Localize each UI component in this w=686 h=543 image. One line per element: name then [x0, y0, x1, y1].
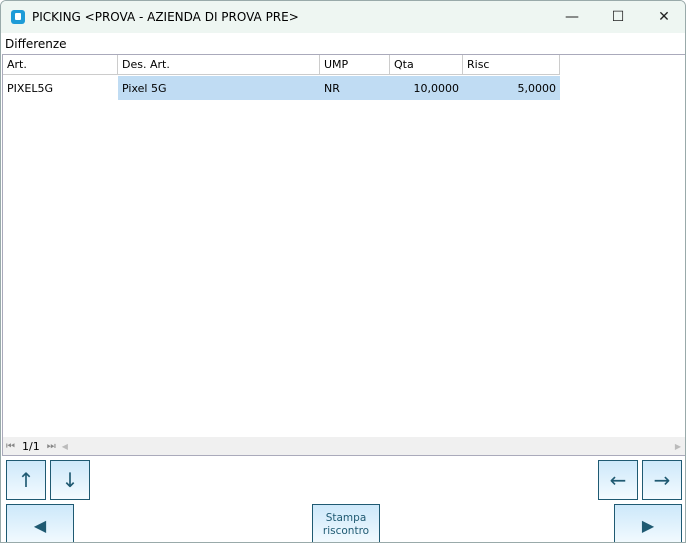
previous-button[interactable]: ◀	[6, 504, 74, 542]
cell-art[interactable]: PIXEL5G	[3, 76, 118, 100]
window-title: PICKING <PROVA - AZIENDA DI PROVA PRE>	[32, 10, 299, 24]
scroll-right-icon[interactable]: ▶	[675, 442, 681, 451]
col-header-qta[interactable]: Qta	[390, 55, 463, 74]
title-bar: PICKING <PROVA - AZIENDA DI PROVA PRE> —…	[1, 1, 685, 33]
grid-header: Art. Des. Art. UMP Qta Risc	[3, 55, 560, 75]
page-indicator: 1/1	[22, 439, 40, 453]
last-page-icon[interactable]: ⏭	[47, 441, 56, 452]
scroll-left-icon[interactable]: ◀	[62, 442, 68, 451]
move-right-button[interactable]: →	[642, 460, 682, 500]
next-button[interactable]: ▶	[614, 504, 682, 542]
cell-qta[interactable]: 10,0000	[390, 76, 463, 100]
cell-risc[interactable]: 5,0000	[463, 76, 560, 100]
col-header-des-art[interactable]: Des. Art.	[118, 55, 320, 74]
move-down-button[interactable]: ↓	[50, 460, 90, 500]
close-button[interactable]: ✕	[641, 1, 685, 33]
cell-des-art[interactable]: Pixel 5G	[118, 76, 320, 100]
col-header-risc[interactable]: Risc	[463, 55, 560, 74]
first-page-icon[interactable]: ⏮	[6, 441, 15, 452]
print-check-button[interactable]: Stampa riscontro	[312, 504, 380, 542]
app-icon	[11, 10, 25, 24]
col-header-art[interactable]: Art.	[3, 55, 118, 74]
col-header-ump[interactable]: UMP	[320, 55, 390, 74]
window: PICKING <PROVA - AZIENDA DI PROVA PRE> —…	[0, 0, 686, 543]
move-left-button[interactable]: ←	[598, 460, 638, 500]
maximize-button[interactable]: ☐	[595, 1, 641, 33]
cell-ump[interactable]: NR	[320, 76, 390, 100]
pager-bar: ⏮ 1/1 ⏭ ◀ ▶	[3, 437, 685, 455]
table-row[interactable]: PIXEL5G Pixel 5G NR 10,0000 5,0000	[3, 76, 560, 100]
minimize-button[interactable]: —	[549, 1, 595, 33]
move-up-button[interactable]: ↑	[6, 460, 46, 500]
differences-grid: Art. Des. Art. UMP Qta Risc PIXEL5G Pixe…	[2, 54, 685, 456]
section-label: Differenze	[5, 37, 67, 51]
